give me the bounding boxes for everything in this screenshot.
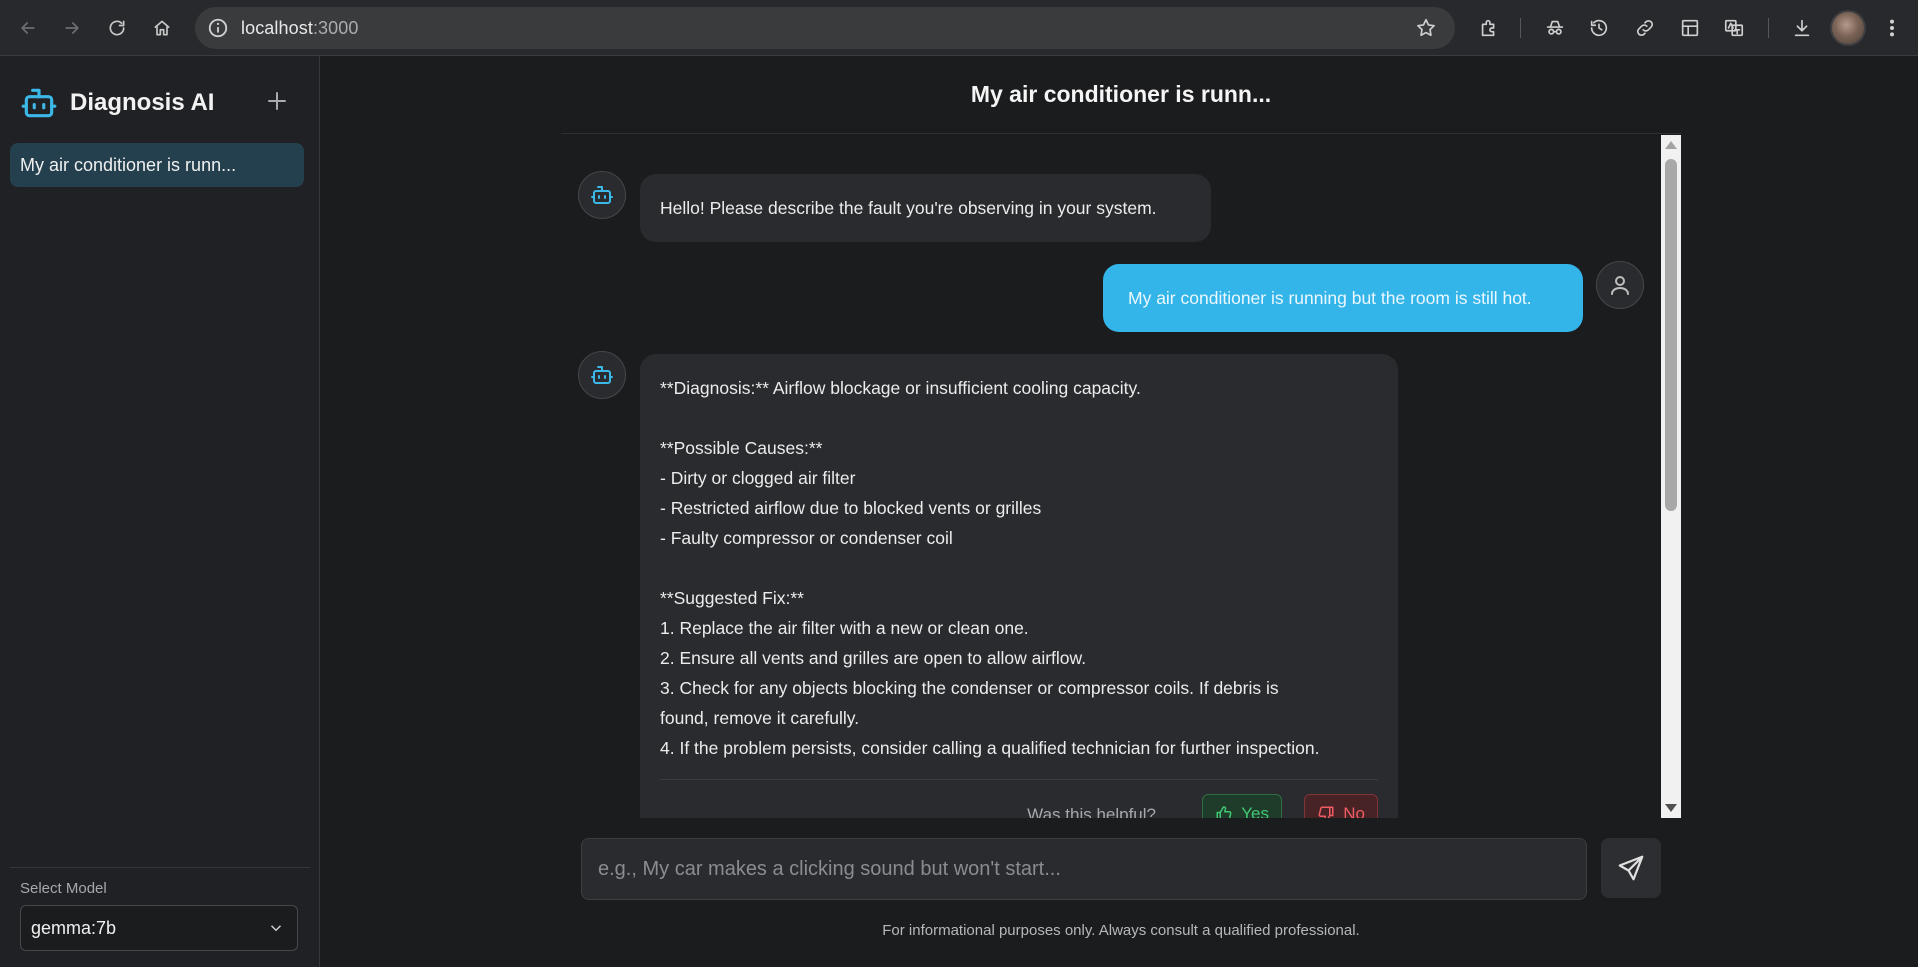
brand: Diagnosis AI [20, 84, 214, 122]
bookmark-star-icon[interactable] [1415, 17, 1437, 39]
user-message: My air conditioner is running but the ro… [1103, 264, 1583, 332]
toolbar-divider [1520, 18, 1521, 38]
link-icon [1636, 19, 1654, 37]
new-chat-button[interactable] [262, 86, 292, 116]
translate-extension-button[interactable] [1720, 14, 1748, 42]
message-line: - Faulty compressor or condenser coil [660, 528, 953, 548]
send-icon [1618, 855, 1644, 881]
translate-icon [1724, 19, 1744, 37]
message-line: 4. If the problem persists, consider cal… [660, 738, 1320, 758]
model-value: gemma:7b [31, 917, 117, 938]
site-info-icon[interactable] [207, 17, 229, 39]
link-extension-button[interactable] [1631, 14, 1659, 42]
sidebar: Diagnosis AI My air conditioner is runn.… [0, 56, 320, 967]
message-line: **Diagnosis:** Airflow blockage or insuf… [660, 378, 1141, 398]
browser-menu-button[interactable] [1878, 14, 1906, 42]
arrow-left-icon [21, 22, 35, 34]
message-input[interactable] [598, 857, 1586, 881]
robot-icon [21, 88, 57, 118]
feedback-question: Was this helpful? [1027, 805, 1156, 818]
feedback-yes-button[interactable]: Yes [1202, 794, 1282, 818]
url-host: localhost [241, 18, 313, 38]
message-line: - Dirty or clogged air filter [660, 468, 856, 488]
model-label: Select Model [20, 880, 107, 897]
table-icon [1681, 19, 1699, 37]
feedback-no-label: No [1343, 804, 1365, 818]
spy-icon [1546, 20, 1564, 35]
chat-messages[interactable]: Hello! Please describe the fault you're … [561, 135, 1681, 818]
home-icon [154, 20, 170, 36]
feedback-row: Was this helpful? Yes No [660, 779, 1378, 818]
user-avatar [1596, 261, 1644, 309]
url-port: :3000 [312, 18, 359, 38]
bot-avatar [578, 351, 626, 399]
message-line: 3. Check for any objects blocking the co… [660, 678, 1279, 698]
kebab-menu-icon [1889, 19, 1895, 37]
message-text: My air conditioner is running but the ro… [1128, 288, 1532, 308]
chat-scrollbar[interactable] [1661, 135, 1681, 818]
incognito-extension-button[interactable] [1541, 14, 1569, 42]
sidebar-item-chat[interactable]: My air conditioner is runn... [10, 143, 304, 187]
user-icon [1611, 276, 1629, 295]
robot-icon [591, 186, 613, 204]
url-text[interactable]: localhost:3000 [241, 18, 359, 39]
app-title: Diagnosis AI [70, 89, 215, 116]
chevron-down-icon [270, 925, 282, 932]
history-extension-button[interactable] [1585, 14, 1613, 42]
message-line [660, 403, 1378, 433]
puzzle-icon [1481, 19, 1495, 37]
message-text: Hello! Please describe the fault you're … [660, 198, 1157, 218]
address-bar[interactable]: localhost:3000 [195, 7, 1455, 49]
message-line: 1. Replace the air filter with a new or … [660, 618, 1029, 638]
message-line: found, remove it carefully. [660, 708, 860, 728]
reload-icon [109, 20, 125, 36]
robot-icon [591, 366, 613, 384]
forward-button[interactable] [58, 14, 86, 42]
browser-toolbar: localhost:3000 [0, 0, 1918, 56]
assistant-message: Hello! Please describe the fault you're … [640, 174, 1211, 242]
message-line: 2. Ensure all vents and grilles are open… [660, 648, 1087, 668]
table-extension-button[interactable] [1676, 14, 1704, 42]
arrow-right-icon [65, 22, 79, 34]
profile-avatar[interactable] [1830, 10, 1866, 46]
message-line: - Restricted airflow due to blocked vent… [660, 498, 1042, 518]
message-line [660, 553, 1378, 583]
scroll-thumb[interactable] [1665, 159, 1677, 511]
back-button[interactable] [14, 14, 42, 42]
thumbs-down-icon [1318, 806, 1334, 818]
model-select[interactable]: gemma:7b [20, 905, 298, 951]
main-panel: My air conditioner is runn... Hello! Ple… [321, 56, 1918, 967]
message-line: **Possible Causes:** [660, 438, 823, 458]
message-line: **Suggested Fix:** [660, 588, 804, 608]
chat-title: My air conditioner is runn... [561, 56, 1681, 134]
home-button[interactable] [148, 14, 176, 42]
send-button[interactable] [1601, 838, 1661, 898]
disclaimer-text: For informational purposes only. Always … [882, 922, 1360, 939]
download-icon [1794, 19, 1810, 37]
bot-avatar [578, 171, 626, 219]
model-selector-section: Select Model gemma:7b [10, 867, 310, 951]
scroll-down-arrow[interactable] [1665, 804, 1677, 812]
feedback-no-button[interactable]: No [1304, 794, 1378, 818]
scroll-up-arrow[interactable] [1665, 141, 1677, 149]
plus-icon [268, 92, 286, 110]
feedback-yes-label: Yes [1241, 804, 1269, 818]
toolbar-divider [1768, 18, 1769, 38]
history-icon [1590, 19, 1608, 37]
downloads-button[interactable] [1788, 14, 1816, 42]
assistant-message: **Diagnosis:** Airflow blockage or insuf… [640, 354, 1398, 818]
reload-button[interactable] [103, 14, 131, 42]
extensions-button[interactable] [1475, 14, 1503, 42]
thumbs-up-icon [1216, 806, 1232, 818]
message-composer [581, 838, 1587, 900]
